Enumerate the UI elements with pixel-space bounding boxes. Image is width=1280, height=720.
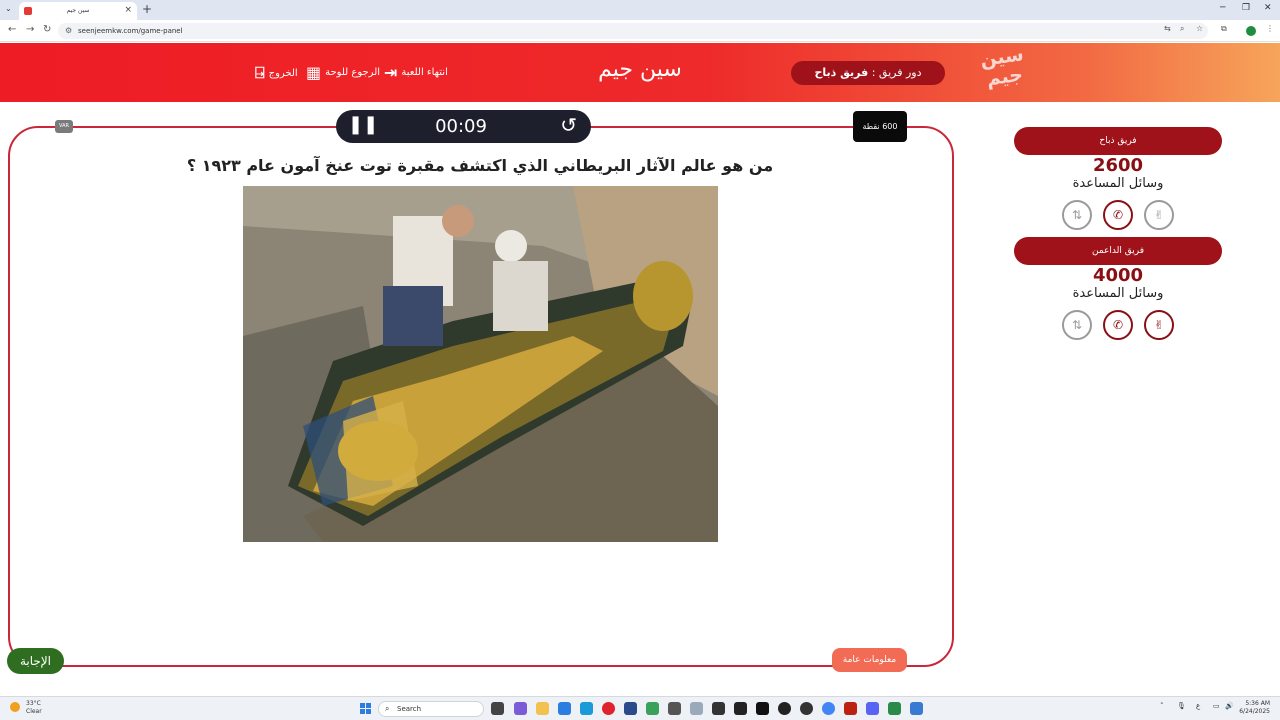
url-field[interactable]: ⚙ seenjeemkw.com/game-panel	[58, 23, 1208, 39]
edge-icon[interactable]	[580, 702, 593, 715]
logo-text-bottom: جيم	[985, 63, 1025, 91]
app-icon-5[interactable]	[778, 702, 791, 715]
reload-icon[interactable]: ↻	[43, 24, 51, 35]
pause-icon[interactable]: ❚❚	[348, 114, 378, 135]
answer-button[interactable]: الإجابة	[7, 648, 64, 674]
app-icon-7[interactable]	[888, 702, 901, 715]
reset-timer-icon[interactable]: ↺	[560, 113, 577, 137]
team-2-phone-help-icon[interactable]: ✆	[1103, 310, 1133, 340]
turn-prefix: دور فريق :	[868, 66, 922, 79]
chrome-icon[interactable]	[822, 702, 835, 715]
site-favicon-icon	[24, 7, 32, 15]
seenjeem-logo: سين جيم	[976, 43, 1032, 100]
team-2-name: فريق الداعمن	[1014, 237, 1222, 265]
task-view-icon[interactable]	[491, 702, 504, 715]
app-icon-2[interactable]	[646, 702, 659, 715]
team-1-score: 2600	[1092, 155, 1144, 176]
taskbar-search[interactable]: ⌕ Search	[378, 701, 484, 717]
microphone-icon[interactable]: 🎙	[1177, 702, 1186, 710]
clock-date: 6/24/2025	[1239, 708, 1270, 715]
team-1-double-help-icon[interactable]: ✌	[1144, 200, 1174, 230]
team-1-swap-help-icon[interactable]: ⇅	[1062, 200, 1092, 230]
tray-chevron-icon[interactable]: ˄	[1160, 702, 1164, 710]
search-icon: ⌕	[385, 704, 390, 713]
end-game-label: انتهاء اللعبة	[401, 67, 448, 78]
app-icon-4[interactable]	[734, 702, 747, 715]
new-tab-button[interactable]: +	[142, 2, 152, 16]
zoom-icon[interactable]: ⌕	[1180, 24, 1184, 34]
volume-icon[interactable]: 🔊	[1225, 702, 1234, 710]
address-bar-row: ← → ↻ ⚙ seenjeemkw.com/game-panel ⇆ ⌕ ☆ …	[0, 20, 1280, 42]
windows-taskbar: 33°C Clear ⌕ Search ˄ 🎙 ع ▭ 🔊 5:36 AM 6/…	[0, 696, 1280, 720]
app-icon-8[interactable]	[910, 702, 923, 715]
settings-gear-icon[interactable]	[668, 702, 681, 715]
grid-icon: ▦	[306, 63, 322, 82]
translate-icon[interactable]: ⇆	[1164, 24, 1171, 33]
app-icon-3[interactable]	[690, 702, 703, 715]
question-text: من هو عالم الآثار البريطاني الذي اكتشف م…	[186, 156, 774, 175]
back-to-board-link[interactable]: ▦ الرجوع للوحة	[306, 63, 380, 82]
end-game-link[interactable]: ⇥ انتهاء اللعبة	[384, 63, 448, 82]
browser-tab[interactable]: سين جيم ×	[19, 2, 137, 20]
taskbar-search-placeholder: Search	[397, 705, 422, 713]
team-2-score: 4000	[1092, 265, 1144, 286]
points-badge: 600 نقطة	[853, 111, 907, 142]
team-1-name: فريق ذباح	[1014, 127, 1222, 155]
browser-menu-icon[interactable]: ⋮	[1266, 24, 1274, 33]
app-header: ⇥ انتهاء اللعبة ▦ الرجوع للوحة ⍈ الخروج …	[0, 43, 1280, 102]
app-icon-1[interactable]	[624, 702, 637, 715]
var-icon[interactable]: VAR	[55, 120, 73, 133]
current-turn-badge: دور فريق : فريق ذباح	[791, 61, 945, 85]
weather-widget[interactable]: 33°C Clear	[10, 700, 42, 716]
tab-search-icon[interactable]: ⌄	[5, 4, 12, 13]
tomb-photo-illustration	[243, 186, 718, 542]
timer-readout: 00:09	[435, 116, 487, 137]
team-2-swap-help-icon[interactable]: ⇅	[1062, 310, 1092, 340]
timer-bar: ❚❚ 00:09 ↺	[336, 110, 591, 143]
opera-icon[interactable]	[602, 702, 615, 715]
restore-button[interactable]: ❐	[1242, 3, 1250, 13]
app-icon-6[interactable]	[844, 702, 857, 715]
capcut-icon[interactable]	[712, 702, 725, 715]
profile-avatar[interactable]	[1246, 26, 1256, 36]
back-to-board-label: الرجوع للوحة	[325, 67, 381, 78]
question-image	[243, 186, 718, 542]
start-windows-icon[interactable]	[360, 703, 372, 715]
exit-link[interactable]: ⍈ الخروج	[255, 63, 298, 83]
chatgpt-icon[interactable]	[800, 702, 813, 715]
url-text: seenjeemkw.com/game-panel	[78, 27, 183, 35]
discord-icon[interactable]	[866, 702, 879, 715]
exit-door-icon: ⍈	[255, 63, 265, 82]
file-explorer-icon[interactable]	[536, 702, 549, 715]
bookmark-star-icon[interactable]: ☆	[1196, 24, 1203, 33]
app-title: سين جيم	[598, 57, 682, 82]
extensions-icon[interactable]: ⧉	[1221, 24, 1227, 34]
minimize-button[interactable]: ─	[1220, 3, 1225, 13]
turn-team-name: فريق ذباح	[814, 66, 869, 79]
system-clock[interactable]: 5:36 AM 6/24/2025	[1236, 700, 1270, 716]
category-badge[interactable]: معلومات عامة	[832, 648, 907, 672]
site-info-icon[interactable]: ⚙	[65, 23, 72, 39]
copilot-icon[interactable]	[514, 702, 527, 715]
exit-label: الخروج	[268, 67, 298, 79]
browser-tabstrip: ⌄ سين جيم × + ─ ❐ ✕	[0, 0, 1280, 20]
back-icon[interactable]: ←	[8, 24, 16, 35]
team-1-helps-label: وسائل المساعدة	[1072, 176, 1164, 191]
store-icon[interactable]	[558, 702, 571, 715]
clock-time: 5:36 AM	[1245, 700, 1270, 707]
language-icon[interactable]: ع	[1196, 702, 1200, 710]
tab-title: سين جيم	[66, 7, 90, 14]
team-1-phone-help-icon[interactable]: ✆	[1103, 200, 1133, 230]
end-game-icon: ⇥	[384, 63, 398, 82]
network-icon[interactable]: ▭	[1213, 702, 1220, 710]
tab-close-icon[interactable]: ×	[124, 5, 132, 15]
tiktok-icon[interactable]	[756, 702, 769, 715]
team-2-double-help-icon[interactable]: ✌	[1144, 310, 1174, 340]
weather-sun-icon	[10, 702, 20, 712]
team-2-helps-label: وسائل المساعدة	[1072, 286, 1164, 301]
forward-icon[interactable]: →	[26, 24, 34, 35]
close-window-button[interactable]: ✕	[1264, 3, 1272, 13]
